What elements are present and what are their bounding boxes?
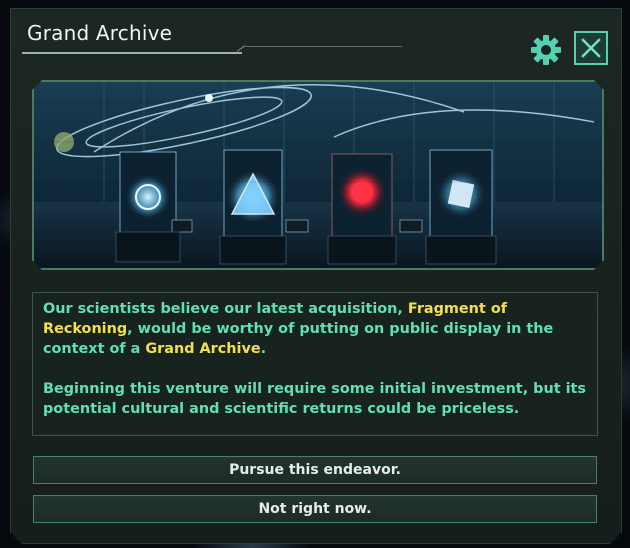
title-underline (22, 52, 242, 54)
event-illustration (32, 80, 604, 270)
gear-icon (529, 33, 563, 67)
settings-button[interactable] (529, 33, 563, 67)
close-icon (580, 37, 602, 59)
event-dialog: Grand Archive Our scientists believe our… (10, 8, 622, 544)
highlight-archive: Grand Archive (145, 341, 261, 357)
dialog-title: Grand Archive (27, 21, 173, 45)
pursue-endeavor-button[interactable]: Pursue this endeavor. (33, 456, 597, 484)
title-underline-extension (242, 46, 402, 47)
description-paragraph-1: Our scientists believe our latest acquis… (43, 301, 554, 357)
description-paragraph-2: Beginning this venture will require some… (43, 381, 586, 417)
not-now-button[interactable]: Not right now. (33, 495, 597, 523)
close-button[interactable] (574, 31, 608, 65)
event-description: Our scientists believe our latest acquis… (32, 292, 598, 436)
